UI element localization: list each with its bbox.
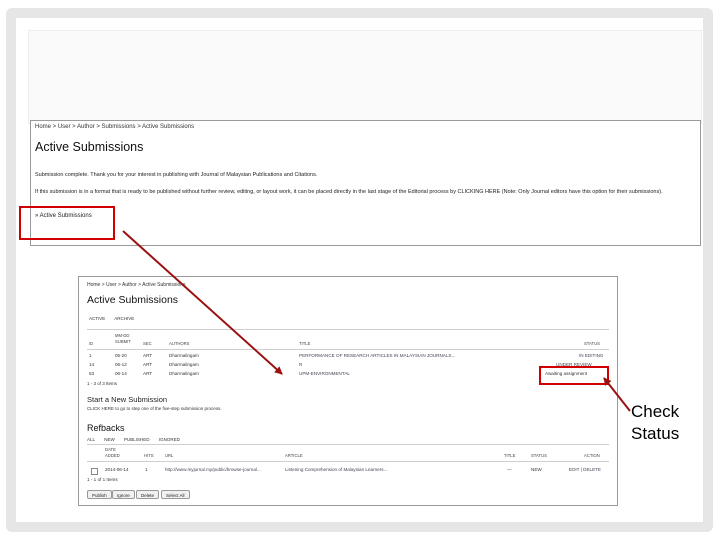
arrow-to-status — [603, 377, 631, 412]
arrow-to-title-row — [122, 230, 283, 375]
check-status-callout: Check Status — [631, 402, 680, 443]
annotation-arrows — [122, 230, 631, 412]
